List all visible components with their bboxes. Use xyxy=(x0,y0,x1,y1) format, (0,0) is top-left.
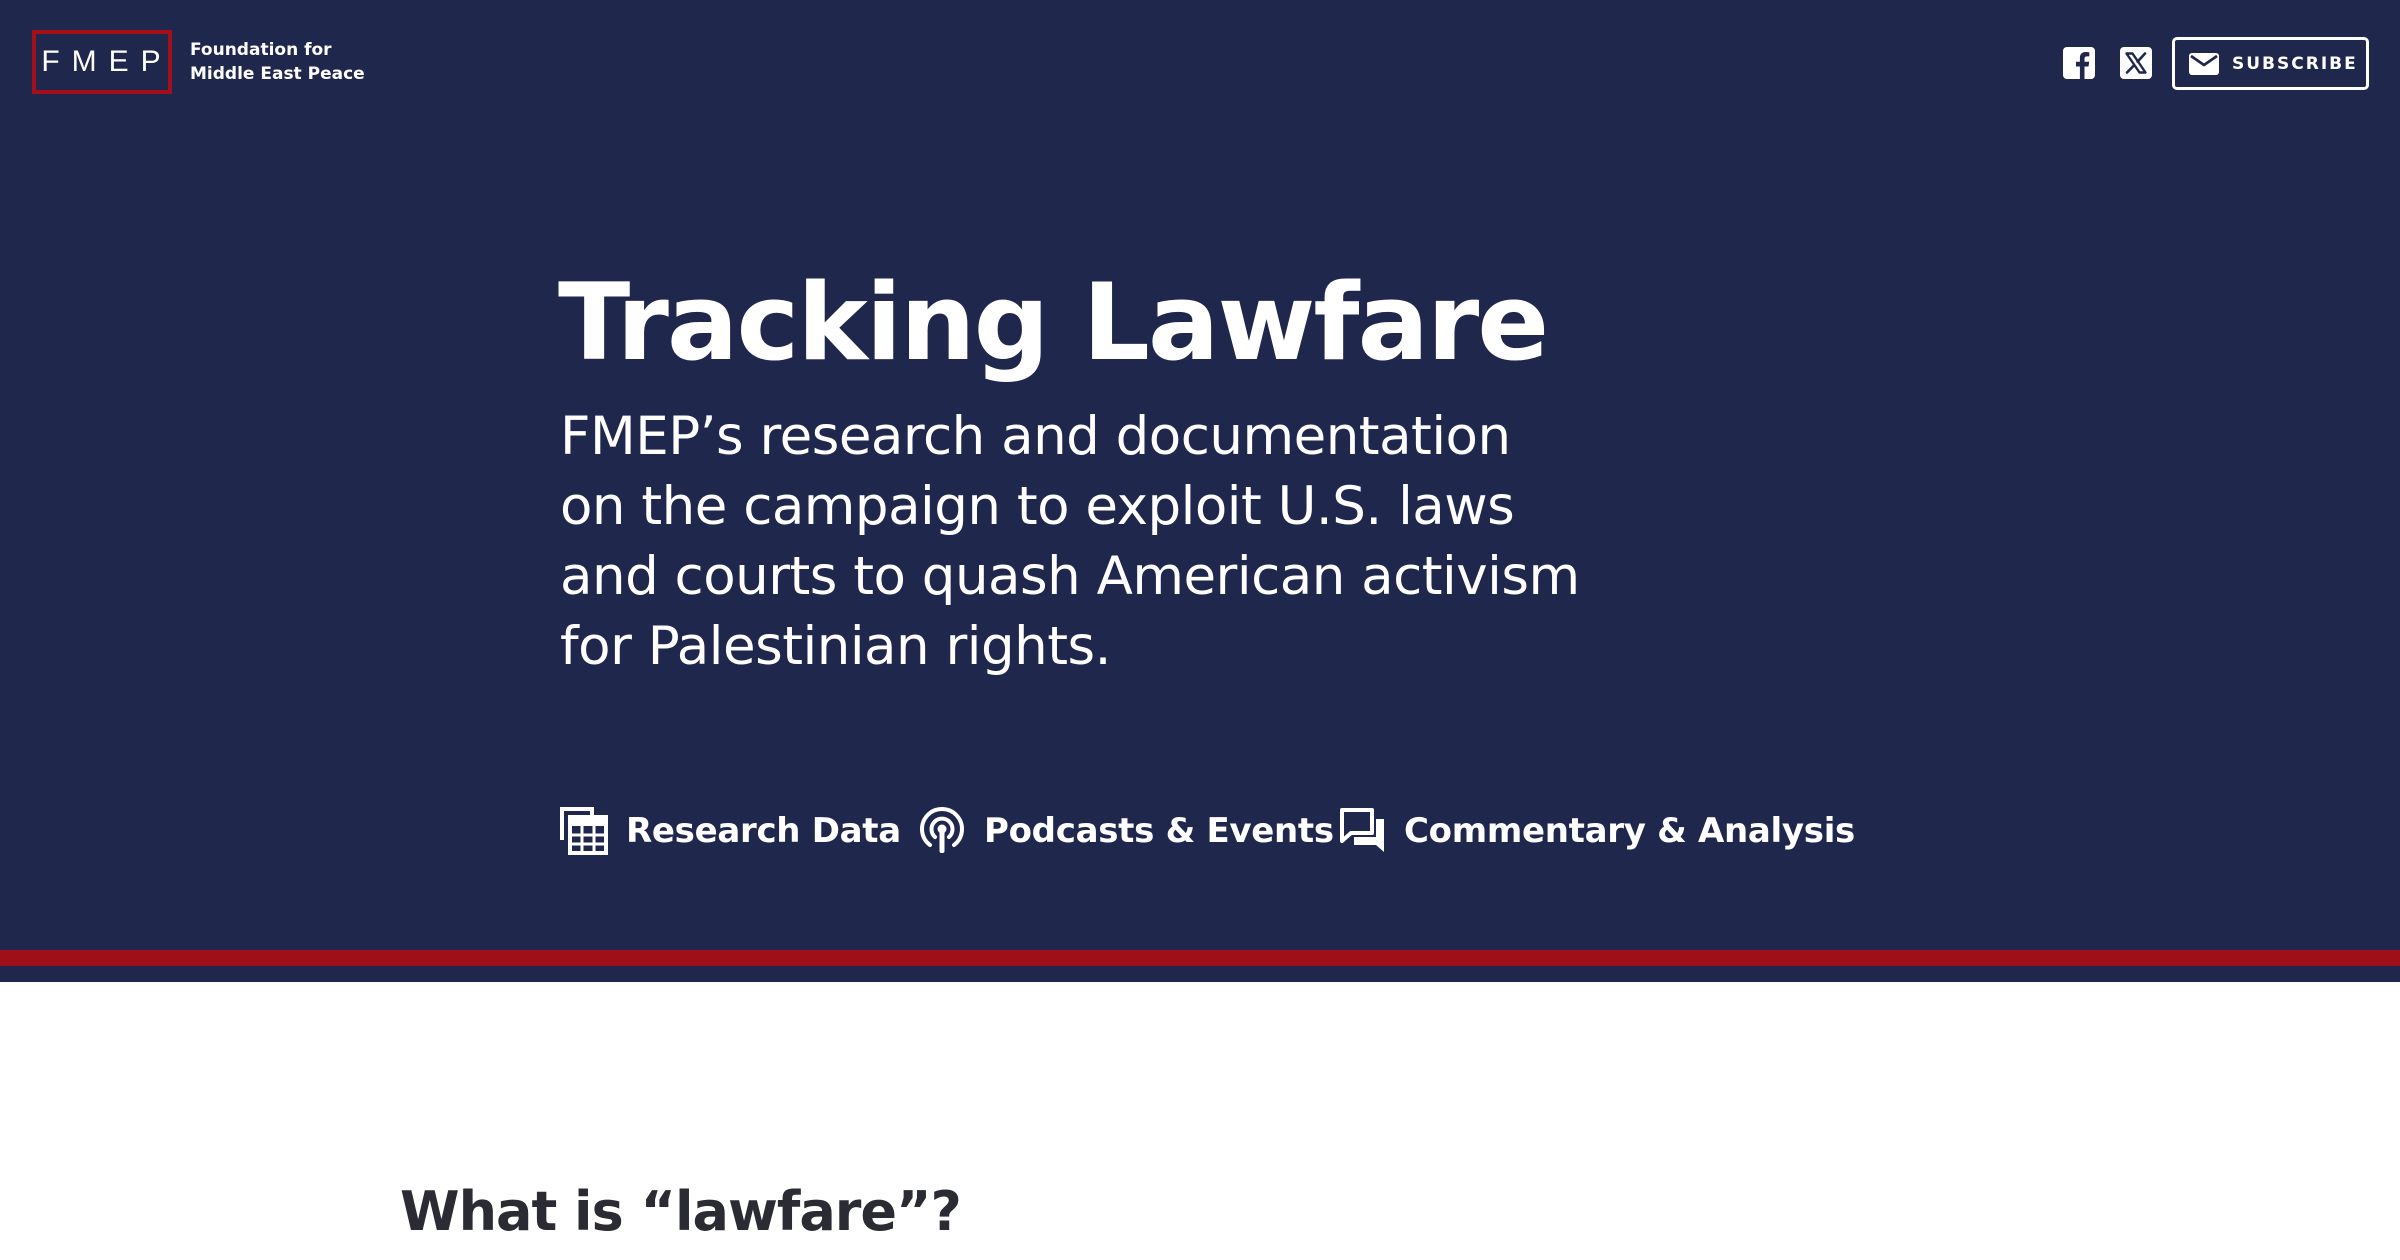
spreadsheet-icon xyxy=(560,807,608,855)
hero-links: Research Data Podcasts & Events Commenta… xyxy=(0,800,2400,862)
chat-bubbles-icon xyxy=(1340,808,1384,852)
site-logo[interactable]: FMEP Foundation for Middle East Peace xyxy=(32,30,365,94)
facebook-icon[interactable] xyxy=(2062,46,2096,80)
research-data-link[interactable]: Research Data xyxy=(558,800,901,862)
logo-mark: FMEP xyxy=(32,30,172,94)
section-heading: What is “lawfare”? xyxy=(400,1180,962,1243)
x-twitter-icon[interactable] xyxy=(2119,46,2153,80)
commentary-analysis-label: Commentary & Analysis xyxy=(1404,811,1855,851)
logo-name-line1: Foundation for xyxy=(190,40,332,60)
logo-name: Foundation for Middle East Peace xyxy=(190,38,365,86)
subscribe-button[interactable]: SUBSCRIBE xyxy=(2172,37,2369,90)
research-data-label: Research Data xyxy=(626,811,901,851)
page-title: Tracking Lawfare xyxy=(558,261,1549,384)
envelope-icon xyxy=(2189,52,2219,75)
red-divider xyxy=(0,950,2400,966)
subscribe-label: SUBSCRIBE xyxy=(2232,53,2358,74)
page-subtitle: FMEP’s research and documentation on the… xyxy=(560,406,1580,677)
navy-divider xyxy=(0,966,2400,982)
hero-section: FMEP Foundation for Middle East Peace SU… xyxy=(0,0,2400,950)
commentary-analysis-link[interactable]: Commentary & Analysis xyxy=(1336,800,1855,862)
podcasts-events-link[interactable]: Podcasts & Events xyxy=(916,800,1334,862)
podcast-icon xyxy=(920,807,964,853)
logo-name-line2: Middle East Peace xyxy=(190,64,365,84)
podcasts-events-label: Podcasts & Events xyxy=(984,811,1334,851)
